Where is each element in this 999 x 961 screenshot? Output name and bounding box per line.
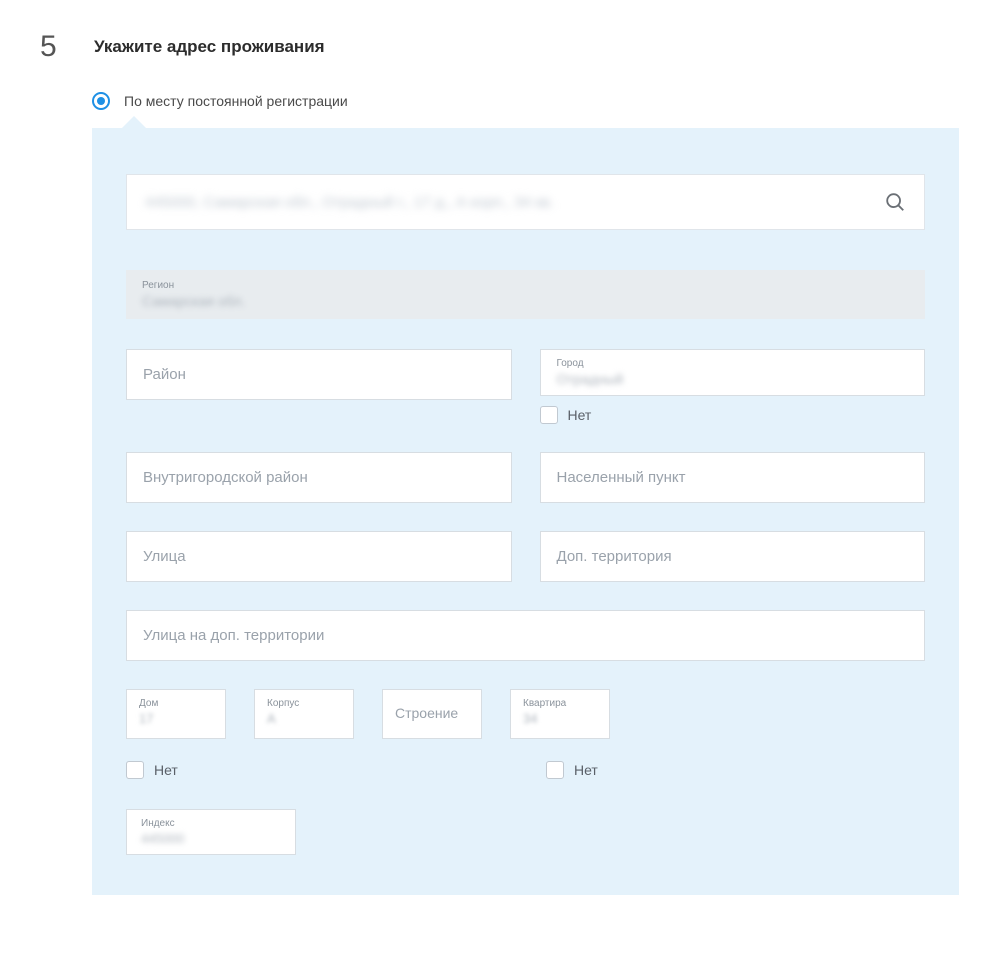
checkbox-icon bbox=[126, 761, 144, 779]
address-search-input[interactable]: 445000, Самарская обл., Отрадный г., 17 … bbox=[126, 174, 925, 230]
index-label: Индекс bbox=[141, 818, 281, 829]
index-input[interactable]: Индекс 445000 bbox=[126, 809, 296, 855]
house-value: 17 bbox=[139, 711, 213, 726]
registration-type-radio[interactable]: По месту постоянной регистрации bbox=[92, 92, 959, 110]
region-field: Регион Самарская обл. bbox=[126, 270, 925, 319]
search-value: 445000, Самарская обл., Отрадный г., 17 … bbox=[145, 194, 884, 211]
search-icon bbox=[884, 191, 906, 213]
city-label: Город bbox=[557, 358, 909, 369]
building2-placeholder: Строение bbox=[395, 705, 458, 721]
city-value: Отрадный bbox=[557, 371, 909, 387]
city-input[interactable]: Город Отрадный bbox=[540, 349, 926, 396]
flat-none-checkbox[interactable]: Нет bbox=[546, 761, 598, 779]
settlement-input[interactable]: Населенный пункт bbox=[540, 452, 926, 503]
radio-label: По месту постоянной регистрации bbox=[124, 93, 348, 109]
address-panel: 445000, Самарская обл., Отрадный г., 17 … bbox=[92, 128, 959, 895]
region-value: Самарская обл. bbox=[142, 293, 909, 309]
radio-icon bbox=[92, 92, 110, 110]
inner-district-input[interactable]: Внутригородской район bbox=[126, 452, 512, 503]
house-none-checkbox[interactable]: Нет bbox=[126, 761, 546, 779]
building1-label: Корпус bbox=[267, 698, 341, 709]
district-input[interactable]: Район bbox=[126, 349, 512, 400]
city-none-checkbox[interactable]: Нет bbox=[540, 406, 926, 424]
house-input[interactable]: Дом 17 bbox=[126, 689, 226, 739]
house-none-label: Нет bbox=[154, 762, 178, 778]
street-input[interactable]: Улица bbox=[126, 531, 512, 582]
checkbox-icon bbox=[540, 406, 558, 424]
step-title: Укажите адрес проживания bbox=[94, 37, 325, 57]
street-on-territory-input[interactable]: Улица на доп. территории bbox=[126, 610, 925, 661]
index-value: 445000 bbox=[141, 831, 281, 846]
building1-value: А bbox=[267, 711, 341, 726]
flat-input[interactable]: Квартира 34 bbox=[510, 689, 610, 739]
flat-label: Квартира bbox=[523, 698, 597, 709]
flat-none-label: Нет bbox=[574, 762, 598, 778]
step-number: 5 bbox=[40, 30, 76, 64]
house-label: Дом bbox=[139, 698, 213, 709]
flat-value: 34 bbox=[523, 711, 597, 726]
building1-input[interactable]: Корпус А bbox=[254, 689, 354, 739]
checkbox-icon bbox=[546, 761, 564, 779]
city-none-label: Нет bbox=[568, 407, 592, 423]
region-label: Регион bbox=[142, 280, 909, 291]
building2-input[interactable]: Строение bbox=[382, 689, 482, 739]
additional-territory-input[interactable]: Доп. территория bbox=[540, 531, 926, 582]
